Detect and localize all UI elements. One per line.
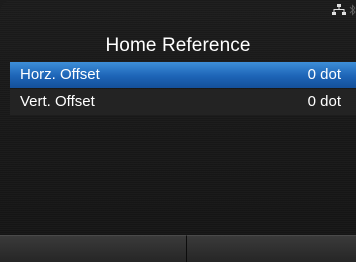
softkey-right-button[interactable] <box>187 235 356 262</box>
softkey-left-button[interactable] <box>0 235 187 262</box>
menu-item-vert-offset[interactable]: Vert. Offset 0 dot <box>10 89 356 115</box>
settings-menu: Horz. Offset 0 dot Vert. Offset 0 dot <box>10 62 356 116</box>
menu-item-label: Horz. Offset <box>20 66 100 83</box>
menu-item-label: Vert. Offset <box>20 93 95 110</box>
softkey-bar <box>0 235 356 262</box>
page-title: Home Reference <box>105 35 251 56</box>
bluetooth-icon <box>349 3 356 16</box>
printer-display: Home Reference Horz. Offset 0 dot Vert. … <box>0 0 356 262</box>
menu-item-value: 0 dot <box>307 93 341 110</box>
menu-item-horz-offset[interactable]: Horz. Offset 0 dot <box>10 62 356 88</box>
network-icon <box>332 3 346 15</box>
menu-item-value: 0 dot <box>307 66 341 83</box>
